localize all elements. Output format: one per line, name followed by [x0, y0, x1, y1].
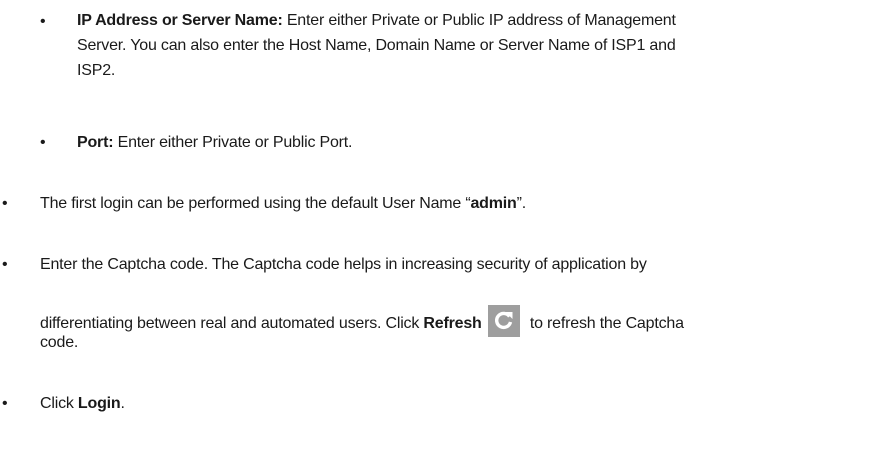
list-item-text: Click Login. [40, 391, 870, 416]
port-label: Port: [77, 134, 114, 151]
document-page: • IP Address or Server Name: Enter eithe… [0, 0, 877, 449]
refresh-label: Refresh [423, 315, 482, 332]
bullet: • [2, 256, 8, 273]
sub-list-item-text: Port: Enter either Private or Public Por… [77, 130, 867, 155]
ip-address-label: IP Address or Server Name: [77, 12, 283, 29]
first-login-text: The first login can be performed using t… [40, 195, 471, 212]
ip-address-desc-line2: Server. You can also enter the Host Name… [77, 37, 676, 54]
port-desc: Enter either Private or Public Port. [117, 134, 353, 151]
list-item-text: The first login can be performed using t… [40, 191, 870, 216]
captcha-line2: differentiating between real and automat… [40, 305, 875, 337]
captcha-line1: Enter the Captcha code. The Captcha code… [40, 256, 647, 273]
click-text: Click [40, 395, 74, 412]
login-label: Login [77, 395, 121, 412]
bullet: • [2, 395, 8, 412]
default-username: admin [470, 195, 517, 212]
click-text-end: . [120, 395, 125, 412]
sub-list-item-text: IP Address or Server Name: Enter either … [77, 8, 867, 83]
captcha-line2-text-end: to refresh the Captcha [529, 315, 684, 332]
first-login-text-end: ”. [516, 195, 527, 212]
refresh-icon [487, 305, 520, 337]
ip-address-desc-line3: ISP2. [77, 62, 116, 79]
bullet: • [40, 134, 46, 151]
captcha-line2-text: differentiating between real and automat… [40, 315, 420, 332]
captcha-line3: code. [40, 334, 79, 351]
bullet: • [2, 195, 8, 212]
ip-address-desc-line1: Enter either Private or Public IP addres… [286, 12, 676, 29]
bullet: • [40, 13, 46, 30]
